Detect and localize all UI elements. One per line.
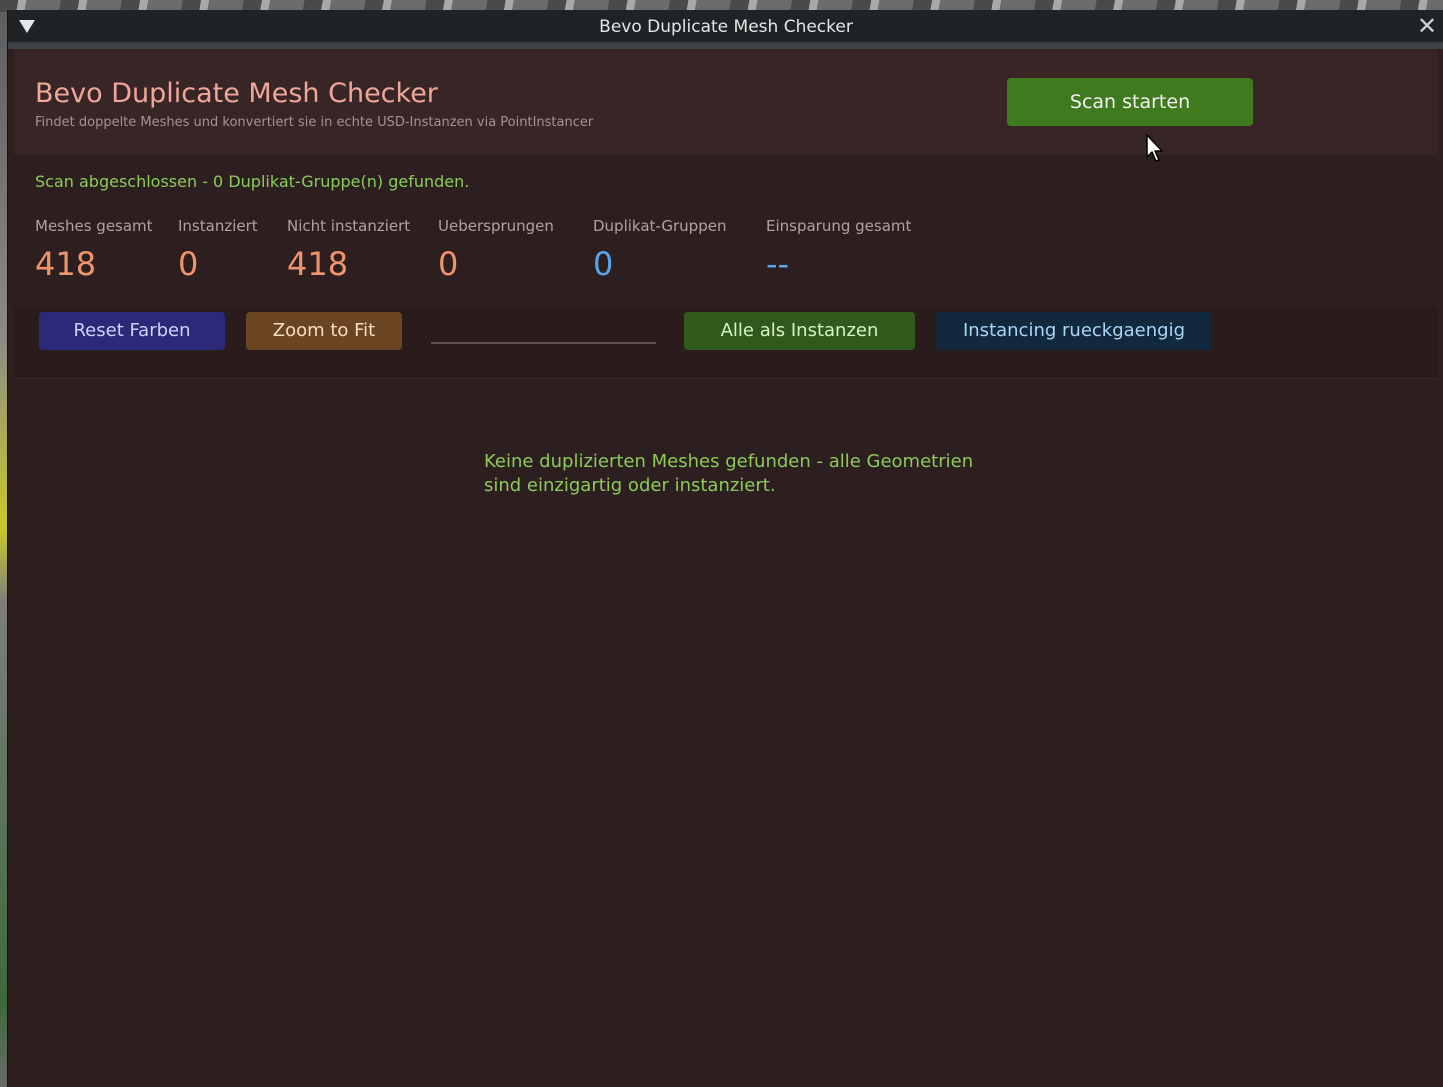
empty-message-line: sind einzigartig oder instanziert. — [484, 475, 776, 496]
stat-value: 0 — [438, 245, 459, 283]
stat-value: 0 — [178, 245, 199, 283]
stat-label: Instanziert — [178, 217, 258, 235]
header-panel: Bevo Duplicate Mesh Checker Findet doppe… — [14, 50, 1438, 155]
app-subtitle: Findet doppelte Meshes und konvertiert s… — [35, 115, 594, 130]
stat-value: -- — [766, 245, 790, 283]
stat-instanced: Instanziert 0 — [178, 217, 258, 283]
stat-total-savings: Einsparung gesamt -- — [766, 217, 911, 283]
window-title: Bevo Duplicate Mesh Checker — [599, 17, 853, 37]
scan-button[interactable]: Scan starten — [1007, 78, 1253, 126]
action-toolbar: Reset Farben Zoom to Fit Alle als Instan… — [14, 307, 1438, 379]
checker-window: Bevo Duplicate Mesh Checker ✕ Bevo Dupli… — [7, 10, 1443, 1087]
scan-status-message: Scan abgeschlossen - 0 Duplikat-Gruppe(n… — [35, 172, 470, 191]
stat-label: Einsparung gesamt — [766, 217, 912, 235]
stat-value: 418 — [287, 245, 349, 283]
empty-results-message: Keine duplizierten Meshes gefunden - all… — [484, 450, 1004, 498]
filter-input[interactable] — [431, 342, 656, 344]
window-content: Bevo Duplicate Mesh Checker Findet doppe… — [14, 50, 1438, 1087]
stat-skipped: Uebersprungen 0 — [438, 217, 554, 283]
stat-label: Duplikat-Gruppen — [593, 217, 727, 235]
stat-label: Nicht instanziert — [287, 217, 411, 235]
reset-colors-button[interactable]: Reset Farben — [39, 312, 225, 350]
stat-meshes-total: Meshes gesamt 418 — [35, 217, 153, 283]
status-panel: Scan abgeschlossen - 0 Duplikat-Gruppe(n… — [14, 155, 1438, 307]
stat-label: Meshes gesamt — [35, 217, 153, 235]
instance-all-button[interactable]: Alle als Instanzen — [684, 312, 915, 350]
window-frame — [8, 44, 1443, 49]
close-icon[interactable]: ✕ — [1416, 14, 1438, 38]
stat-value: 0 — [593, 245, 614, 283]
stat-duplicate-groups: Duplikat-Gruppen 0 — [593, 217, 726, 283]
zoom-to-fit-button[interactable]: Zoom to Fit — [246, 312, 402, 350]
empty-message-line: Keine duplizierten Meshes gefunden - all… — [484, 451, 974, 472]
stat-label: Uebersprungen — [438, 217, 554, 235]
stat-value: 418 — [35, 245, 97, 283]
stat-not-instanced: Nicht instanziert 418 — [287, 217, 410, 283]
app-title: Bevo Duplicate Mesh Checker — [35, 78, 438, 109]
window-titlebar[interactable]: Bevo Duplicate Mesh Checker ✕ — [8, 10, 1443, 44]
undo-instancing-button[interactable]: Instancing rueckgaengig — [936, 312, 1212, 350]
